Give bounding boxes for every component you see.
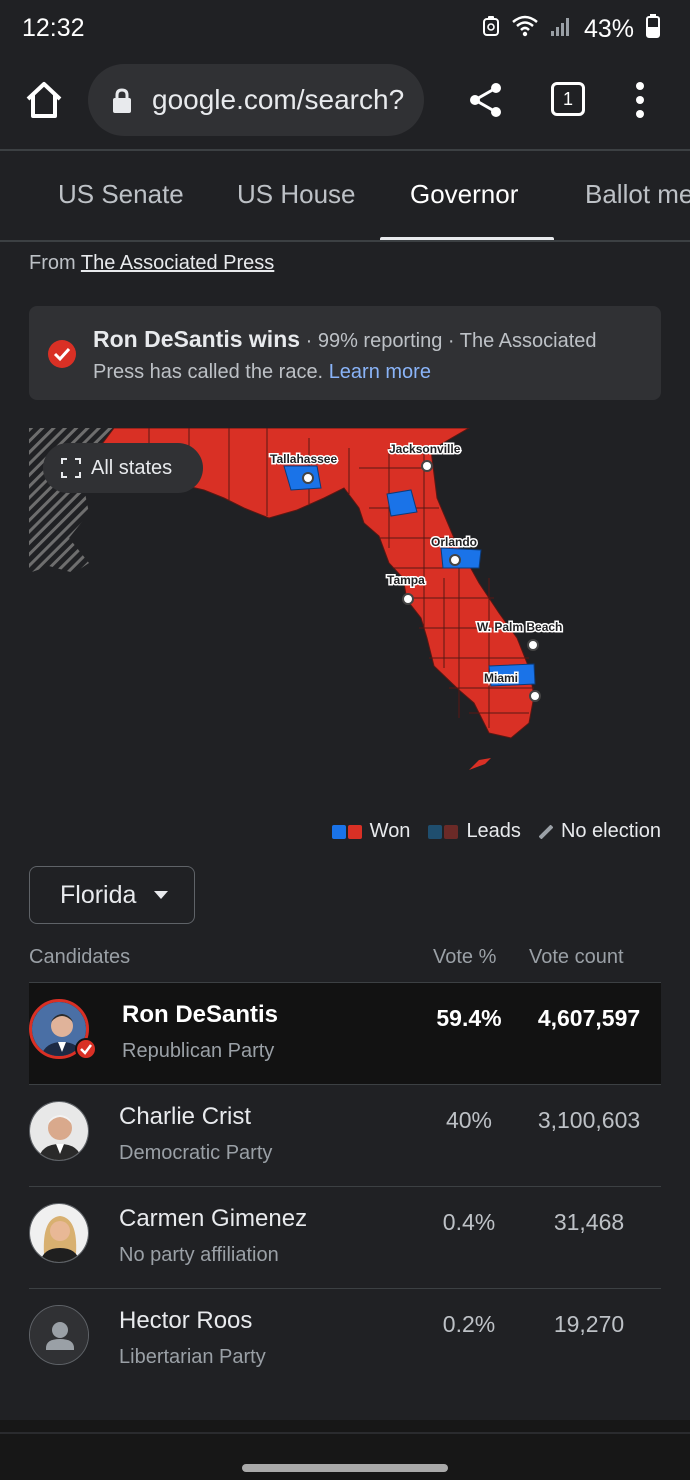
candidate-row-desantis[interactable]: Ron DeSantis Republican Party 59.4% 4,60… [29,983,661,1085]
state-dropdown[interactable]: Florida [29,866,195,924]
battery-percent: 43% [583,15,634,43]
city-label-west-palm-beach: W. Palm Beach [477,620,562,634]
legend-swatch-dem-won [331,824,346,839]
status-bar: 12:32 43% [0,0,690,58]
source-link[interactable]: The Associated Press [81,252,274,274]
candidate-name: Ron DeSantis [122,1001,279,1028]
header-vote-count: Vote count [529,946,624,968]
city-label-orlando: Orlando [431,535,477,549]
candidate-party: Democratic Party [119,1142,273,1164]
header-vote-pct: Vote % [433,946,497,968]
divider [0,1432,690,1434]
candidate-party: Republican Party [122,1040,275,1062]
city-label-miami: Miami [484,671,518,685]
share-icon [470,83,501,117]
tab-governor[interactable]: Governor [410,179,518,210]
status-time: 12:32 [22,14,85,42]
legend-swatch-dem-leads [428,824,443,839]
more-vert-icon [636,82,644,118]
race-call-banner: Ron DeSantis wins · 99% reporting · The … [29,306,661,400]
share-button[interactable] [466,80,506,120]
all-states-button[interactable]: All states [43,443,203,493]
browser-toolbar: google.com/search? 1 [0,58,690,150]
map-legend: Won Leads No election [331,820,661,843]
city-label-tampa: Tampa [387,573,425,587]
candidate-party: No party affiliation [119,1244,279,1266]
city-label-jacksonville: Jacksonville [389,442,461,456]
tab-ballot-measures[interactable]: Ballot me [585,179,690,210]
legend-no-election-label: No election [560,820,661,842]
gesture-nav-handle[interactable] [242,1464,448,1472]
legend-leads-label: Leads [466,820,521,842]
city-label-tallahassee: Tallahassee [270,452,337,466]
legend-no-election-icon [538,824,553,839]
candidate-vote-count: 31,468 [553,1209,625,1235]
tab-us-senate[interactable]: US Senate [58,179,184,210]
fullscreen-icon [61,458,81,478]
candidate-vote-pct: 0.4% [442,1209,496,1235]
learn-more-link[interactable]: Learn more [329,361,431,383]
legend-swatch-rep-won [347,824,362,839]
results-table-header: Candidates Vote % Vote count [29,946,661,976]
person-icon [30,1306,88,1364]
orange-county [440,547,482,569]
candidate-avatar [29,1101,89,1161]
signal-icon [550,15,572,44]
url-text: google.com/search? [152,84,405,115]
candidate-row-gimenez[interactable]: Carmen Gimenez No party affiliation 0.4%… [29,1187,661,1289]
url-bar[interactable]: google.com/search? [88,64,424,136]
candidate-name: Charlie Crist [119,1103,252,1130]
candidate-name: Carmen Gimenez [119,1205,308,1232]
candidate-avatar [29,1203,89,1263]
race-tabs: US Senate US House Governor Ballot me [0,151,690,241]
overflow-menu-button[interactable] [630,80,650,120]
source-attribution: From The Associated Press [29,252,274,275]
divider [0,240,690,242]
tab-switcher-button[interactable]: 1 [551,82,585,116]
check-circle-icon [48,340,76,368]
candidate-vote-pct: 59.4% [436,1005,502,1031]
candidate-row-roos[interactable]: Hector Roos Libertarian Party 0.2% 19,27… [29,1289,661,1391]
legend-won-label: Won [369,820,411,842]
legend-swatch-rep-leads [444,824,459,839]
app-notification-icon [482,15,500,44]
candidate-row-crist[interactable]: Charlie Crist Democratic Party 40% 3,100… [29,1085,661,1187]
state-dropdown-value: Florida [60,880,137,909]
wifi-icon [512,15,538,44]
tab-us-house[interactable]: US House [237,179,356,210]
lock-icon [113,88,131,113]
candidate-vote-pct: 40% [445,1107,493,1133]
race-call-text: Ron DeSantis wins · 99% reporting · The … [93,324,643,388]
alachua-county [386,489,418,517]
all-states-label: All states [91,456,173,479]
candidate-vote-count: 19,270 [553,1311,625,1337]
winner-check-icon [75,1038,97,1060]
winner-headline: Ron DeSantis wins [93,326,301,352]
status-icons: 43% [482,14,660,45]
dropdown-arrow-icon [154,891,169,899]
source-prefix: From [29,252,76,274]
header-candidates: Candidates [29,946,131,968]
candidate-vote-count: 4,607,597 [537,1005,641,1031]
candidate-vote-pct: 0.2% [442,1311,496,1337]
candidate-party: Libertarian Party [119,1346,266,1368]
candidate-vote-count: 3,100,603 [537,1107,641,1133]
battery-icon [646,14,660,45]
florida-keys [469,758,491,770]
home-icon [26,82,62,118]
candidate-avatar [29,1305,89,1365]
candidate-name: Hector Roos [119,1307,253,1334]
home-button[interactable] [22,78,66,122]
